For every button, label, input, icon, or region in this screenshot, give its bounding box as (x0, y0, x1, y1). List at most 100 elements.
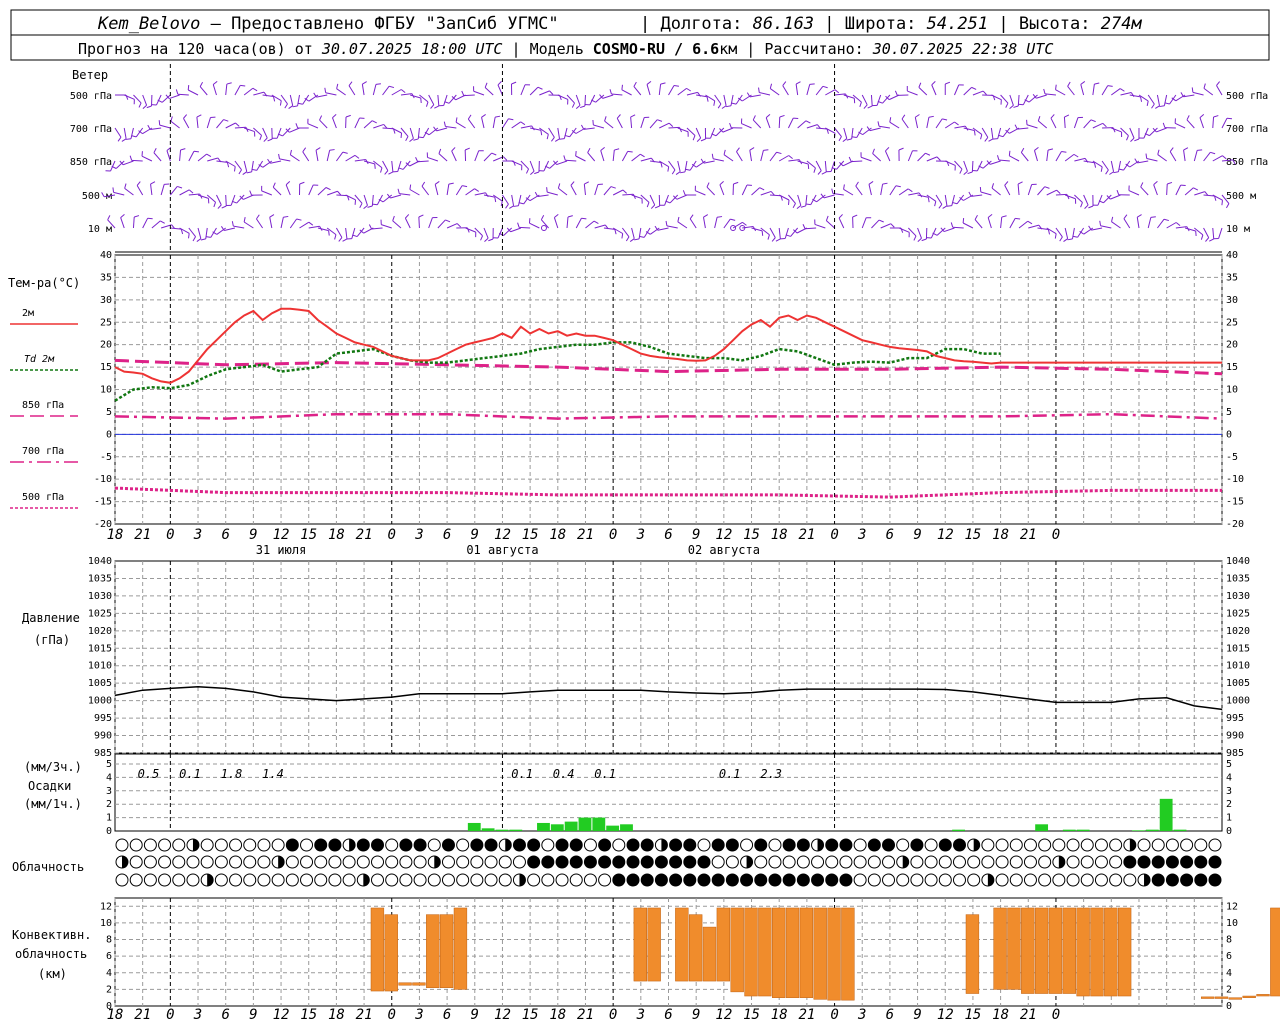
wind-barb-flag (124, 183, 127, 189)
wind-barb (400, 127, 409, 137)
wind-barb-flag (713, 100, 716, 106)
temp-tick-right: -5 (1226, 452, 1238, 463)
wind-barb (898, 227, 910, 233)
wind-barb (327, 190, 338, 196)
wind-barb (331, 117, 337, 129)
wind-barb (497, 227, 503, 239)
wind-barb (668, 160, 676, 171)
wind-barb-flag (834, 89, 840, 94)
time-tick-bottom: 9 (913, 1007, 921, 1023)
wind-barb (427, 156, 439, 162)
cloud-circle (867, 838, 881, 852)
wind-barb (280, 217, 284, 229)
wind-barb (710, 127, 716, 139)
wind-barb (132, 216, 135, 229)
wind-barb (600, 150, 605, 162)
wind-barb-flag (604, 116, 607, 122)
wind-barb-flag (711, 153, 714, 159)
cloud-circle (669, 838, 683, 852)
wind-barb-flag (1015, 217, 1021, 220)
precip-tick-left: 5 (106, 759, 112, 770)
wind-barb (759, 92, 771, 96)
wind-barb (382, 194, 393, 203)
cloud-circle (711, 873, 725, 887)
wind-barb (159, 124, 171, 129)
wind-barb (354, 158, 366, 162)
wind-barb (638, 227, 642, 239)
pressure-tick-left: 1030 (88, 591, 112, 602)
wind-barb (814, 223, 826, 229)
wind-barb (570, 185, 577, 196)
cloud-circle (399, 838, 413, 852)
cloud-circle (1137, 855, 1151, 869)
wind-barb (199, 86, 208, 96)
wind-barb-flag (668, 122, 674, 127)
wind-barb (131, 159, 143, 162)
cloud-circle (768, 838, 782, 852)
wind-barb-flag (792, 203, 796, 209)
precip-bar (620, 824, 633, 831)
wind-barb-flag (192, 236, 197, 242)
cloud-circle (1023, 855, 1037, 869)
time-tick-bottom: 18 (771, 1007, 788, 1023)
wind-barb (302, 151, 310, 162)
wind-barb-flag (252, 87, 258, 92)
wind-barb (936, 227, 946, 236)
wind-barb-flag (243, 217, 246, 223)
wind-barb (1028, 94, 1038, 103)
wind-barb (335, 227, 343, 238)
wind-barb-flag (1167, 181, 1173, 185)
wind-barb-flag (980, 134, 983, 140)
wind-barb-flag (564, 134, 570, 138)
cloud-half (1144, 874, 1151, 886)
wind-barb (1140, 186, 1149, 196)
wind-barb (677, 221, 688, 229)
wind-barb (770, 88, 780, 96)
wind-barb (935, 118, 943, 129)
legend-label: 850 гПа (22, 400, 64, 411)
wind-barb-flag (334, 234, 337, 240)
convective-bar (1270, 907, 1280, 997)
wind-barb (689, 160, 697, 171)
wind-barb-flag (736, 147, 740, 152)
wind-barb (926, 156, 938, 162)
cloud-circle (924, 873, 938, 887)
cloud-circle (910, 855, 924, 869)
wind-barb-flag (805, 203, 811, 206)
wind-barb-flag (1118, 168, 1124, 171)
cloud-circle (257, 838, 271, 852)
wind-barb (409, 127, 414, 139)
wind-barb-flag (283, 215, 289, 218)
pressure-panel: 1040 1040 1035 1035 1030 1030 1025 1025 1020 1020… (88, 556, 1250, 759)
cloudiness-title: Облачность (12, 860, 84, 874)
wind-barb (951, 194, 955, 206)
convective-panel: 12 1210 108 86 64 42 20 0 (100, 897, 1280, 1012)
wind-barb-flag (233, 166, 236, 172)
wind-barb (585, 220, 595, 229)
wind-barb-flag (1109, 171, 1114, 175)
wind-barb (1020, 152, 1029, 162)
wind-barb (390, 194, 402, 199)
wind-barb (234, 85, 241, 96)
wind-barb-flag (1119, 88, 1125, 92)
temp-tick-right: 0 (1226, 429, 1232, 440)
wind-barb-flag (877, 121, 880, 127)
cloud-circle (441, 873, 455, 887)
cloud-circle (271, 873, 285, 887)
cloud-circle (569, 838, 583, 852)
wind-barb (712, 158, 724, 162)
cloud-circle (896, 873, 910, 887)
wind-barb (1009, 94, 1014, 106)
conv-tick-left: 2 (106, 984, 112, 995)
wind-barb-flag (974, 214, 978, 220)
wind-barb-flag (284, 103, 288, 109)
cloud-half (505, 839, 512, 851)
wind-barb-flag (580, 124, 585, 130)
cloud-circle (853, 838, 867, 852)
wind-barb-flag (1210, 151, 1216, 155)
wind-barb-flag (1169, 147, 1174, 152)
wind-barb-flag (813, 167, 816, 173)
wind-barb (855, 185, 863, 196)
wind-barb-flag (400, 89, 406, 94)
wind-barb-flag (991, 183, 995, 189)
